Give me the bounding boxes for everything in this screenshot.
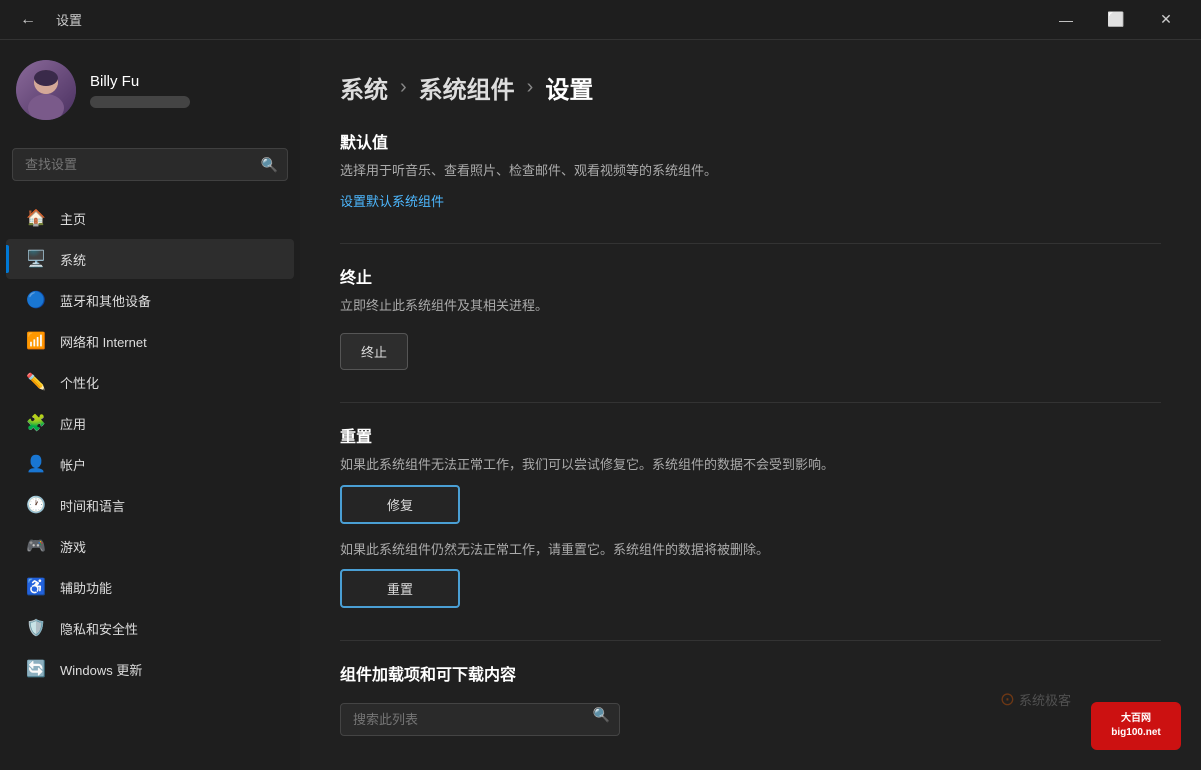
- sidebar-item-accessibility[interactable]: ♿ 辅助功能: [6, 567, 294, 607]
- user-sub: [90, 96, 190, 108]
- section-defaults: 默认值 选择用于听音乐、查看照片、检查邮件、观看视频等的系统组件。 设置默认系统…: [340, 129, 1161, 211]
- sidebar-item-network[interactable]: 📶 网络和 Internet: [6, 321, 294, 361]
- time-icon: 🕐: [26, 495, 46, 515]
- sidebar-item-update[interactable]: 🔄 Windows 更新: [6, 649, 294, 689]
- breadcrumb-sep-2: ›: [527, 76, 534, 99]
- breadcrumb-sep-1: ›: [400, 76, 407, 99]
- sidebar-label-bluetooth: 蓝牙和其他设备: [60, 291, 151, 310]
- sidebar-label-network: 网络和 Internet: [60, 332, 147, 351]
- sidebar-item-system[interactable]: 🖥️ 系统: [6, 239, 294, 279]
- sidebar-label-home: 主页: [60, 209, 86, 228]
- avatar-image: [16, 60, 76, 120]
- divider-1: [340, 243, 1161, 244]
- breadcrumb-item-2: 系统组件: [419, 70, 515, 105]
- titlebar-left: ← 设置: [12, 7, 82, 33]
- section-terminate: 终止 立即终止此系统组件及其相关进程。 终止: [340, 264, 1161, 371]
- update-icon: 🔄: [26, 659, 46, 679]
- breadcrumb-item-1: 系统: [340, 70, 388, 105]
- privacy-icon: 🛡️: [26, 618, 46, 638]
- sidebar-label-accessibility: 辅助功能: [60, 578, 112, 597]
- home-icon: 🏠: [26, 208, 46, 228]
- search-icon: 🔍: [261, 156, 278, 173]
- sidebar-label-privacy: 隐私和安全性: [60, 619, 138, 638]
- sidebar-label-time: 时间和语言: [60, 496, 125, 515]
- sidebar-item-privacy[interactable]: 🛡️ 隐私和安全性: [6, 608, 294, 648]
- titlebar: ← 设置 — ⬜ ✕: [0, 0, 1201, 40]
- minimize-button[interactable]: —: [1043, 4, 1089, 36]
- section-reset: 重置 如果此系统组件无法正常工作，我们可以尝试修复它。系统组件的数据不会受到影响…: [340, 423, 1161, 608]
- reset-title: 重置: [340, 423, 1161, 447]
- maximize-button[interactable]: ⬜: [1093, 4, 1139, 36]
- main-layout: Billy Fu 🔍 🏠 主页 🖥️ 系统 🔵 蓝牙和其他设备: [0, 40, 1201, 770]
- list-search-wrap: 🔍: [340, 693, 620, 736]
- divider-2: [340, 402, 1161, 403]
- personalize-icon: ✏️: [26, 372, 46, 392]
- bluetooth-icon: 🔵: [26, 290, 46, 310]
- back-button[interactable]: ←: [12, 7, 44, 33]
- sidebar-label-personalize: 个性化: [60, 373, 99, 392]
- divider-3: [340, 640, 1161, 641]
- breadcrumb: 系统 › 系统组件 › 设置: [340, 70, 1161, 105]
- content-area: 系统 › 系统组件 › 设置 默认值 选择用于听音乐、查看照片、检查邮件、观看视…: [300, 40, 1201, 770]
- search-box: 🔍: [12, 148, 288, 181]
- titlebar-controls: — ⬜ ✕: [1043, 4, 1189, 36]
- reset-desc1: 如果此系统组件无法正常工作，我们可以尝试修复它。系统组件的数据不会受到影响。: [340, 455, 1161, 475]
- terminate-desc: 立即终止此系统组件及其相关进程。: [340, 296, 1161, 316]
- titlebar-title: 设置: [56, 10, 82, 29]
- list-search-input[interactable]: [340, 703, 620, 736]
- sidebar-label-gaming: 游戏: [60, 537, 86, 556]
- sidebar: Billy Fu 🔍 🏠 主页 🖥️ 系统 🔵 蓝牙和其他设备: [0, 40, 300, 770]
- defaults-link[interactable]: 设置默认系统组件: [340, 194, 444, 209]
- sidebar-label-system: 系统: [60, 250, 86, 269]
- list-search-icon: 🔍: [593, 706, 610, 723]
- defaults-desc: 选择用于听音乐、查看照片、检查邮件、观看视频等的系统组件。: [340, 161, 1161, 181]
- content-wrapper: 系统 › 系统组件 › 设置 默认值 选择用于听音乐、查看照片、检查邮件、观看视…: [340, 70, 1161, 736]
- terminate-button[interactable]: 终止: [340, 333, 408, 370]
- sidebar-item-bluetooth[interactable]: 🔵 蓝牙和其他设备: [6, 280, 294, 320]
- defaults-title: 默认值: [340, 129, 1161, 153]
- section-addons: 组件加载项和可下载内容 🔍: [340, 661, 1161, 736]
- sidebar-item-apps[interactable]: 🧩 应用: [6, 403, 294, 443]
- nav-list: 🏠 主页 🖥️ 系统 🔵 蓝牙和其他设备 📶 网络和 Internet ✏️ 个…: [0, 197, 300, 690]
- avatar: [16, 60, 76, 120]
- addons-title: 组件加载项和可下载内容: [340, 661, 1161, 685]
- sidebar-item-account[interactable]: 👤 帐户: [6, 444, 294, 484]
- sidebar-label-apps: 应用: [60, 414, 86, 433]
- sidebar-item-gaming[interactable]: 🎮 游戏: [6, 526, 294, 566]
- repair-button[interactable]: 修复: [340, 485, 460, 524]
- reset-desc2: 如果此系统组件仍然无法正常工作，请重置它。系统组件的数据将被删除。: [340, 540, 1161, 560]
- apps-icon: 🧩: [26, 413, 46, 433]
- system-icon: 🖥️: [26, 249, 46, 269]
- user-profile[interactable]: Billy Fu: [0, 40, 300, 140]
- user-name: Billy Fu: [90, 73, 284, 90]
- sidebar-item-personalize[interactable]: ✏️ 个性化: [6, 362, 294, 402]
- terminate-title: 终止: [340, 264, 1161, 288]
- close-button[interactable]: ✕: [1143, 4, 1189, 36]
- breadcrumb-item-current: 设置: [545, 70, 593, 105]
- network-icon: 📶: [26, 331, 46, 351]
- sidebar-label-update: Windows 更新: [60, 660, 142, 679]
- account-icon: 👤: [26, 454, 46, 474]
- sidebar-item-time[interactable]: 🕐 时间和语言: [6, 485, 294, 525]
- search-input[interactable]: [12, 148, 288, 181]
- user-info: Billy Fu: [90, 73, 284, 108]
- accessibility-icon: ♿: [26, 577, 46, 597]
- sidebar-label-account: 帐户: [60, 455, 86, 474]
- gaming-icon: 🎮: [26, 536, 46, 556]
- reset-button[interactable]: 重置: [340, 569, 460, 608]
- sidebar-item-home[interactable]: 🏠 主页: [6, 198, 294, 238]
